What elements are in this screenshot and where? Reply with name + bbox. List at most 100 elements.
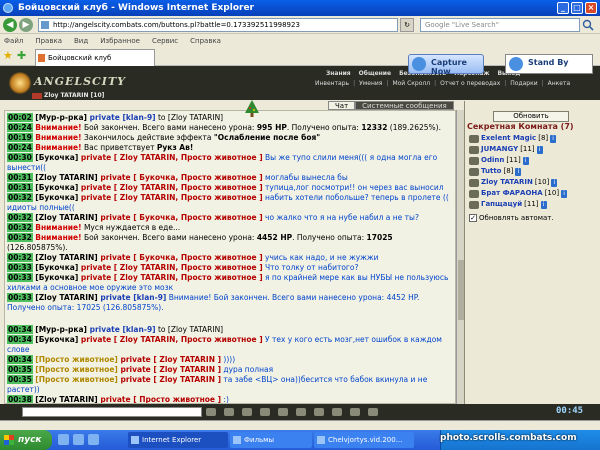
message-timestamp[interactable]: 00:38 xyxy=(7,395,33,403)
refresh-chat-icon[interactable] xyxy=(368,408,378,416)
menu-favorites[interactable]: Избранное xyxy=(100,35,140,47)
message-timestamp[interactable]: 00:32 xyxy=(7,223,33,232)
message-author[interactable]: [Букочка] xyxy=(35,335,78,344)
auto-update-checkbox[interactable]: ✓ xyxy=(469,214,477,222)
menu-view[interactable]: Вид xyxy=(74,35,88,47)
message-author[interactable]: [Zloy TATARIN] xyxy=(35,395,97,403)
add-favorite-icon[interactable]: ✚ xyxy=(17,50,27,61)
tab-combats[interactable]: Бойцовский клуб xyxy=(35,49,155,66)
menu-help[interactable]: Справка xyxy=(190,35,221,47)
member-name[interactable]: Tutto xyxy=(481,166,502,177)
quick-desktop-icon[interactable] xyxy=(73,434,84,445)
sound-icon[interactable] xyxy=(314,408,324,416)
room-member[interactable]: Гапщацуй [11] i xyxy=(469,199,599,210)
tab-system-messages[interactable]: Системные сообщения xyxy=(355,101,454,110)
room-member[interactable]: Exelent Magic [8] i xyxy=(469,133,599,144)
message-author[interactable]: 12332 xyxy=(361,123,387,132)
message-text[interactable]: private [ Zloy TATARIN, Просто животное … xyxy=(78,153,263,162)
room-member[interactable]: Tutto [8] i xyxy=(469,166,599,177)
message-text[interactable]: private [ Zloy TATARIN ] xyxy=(118,365,221,374)
message-timestamp[interactable]: 00:19 xyxy=(7,133,33,142)
message-text[interactable]: private [klan-9] xyxy=(87,325,156,334)
message-author[interactable]: [Мур-р-рка] xyxy=(35,325,87,334)
start-button[interactable]: пуск xyxy=(0,430,52,450)
message-timestamp[interactable]: 00:32 xyxy=(7,193,33,202)
quick-media-icon[interactable] xyxy=(88,434,99,445)
message-author[interactable]: [Zloy TATARIN] xyxy=(35,293,97,302)
url-input[interactable]: http://angelscity.combats.com/buttons.pl… xyxy=(38,18,398,32)
forward-button[interactable]: ▶ xyxy=(19,18,33,32)
message-text[interactable]: private [ Zloy TATARIN ] xyxy=(118,375,221,384)
member-name[interactable]: Zloy TATARIN xyxy=(481,177,533,188)
task-internet-explorer[interactable]: Internet Explorer xyxy=(128,432,228,448)
room-member[interactable]: Odinn [11] i xyxy=(469,155,599,166)
message-text[interactable]: private [ Zloy TATARIN, Просто животное … xyxy=(78,183,263,192)
message-timestamp[interactable]: 00:34 xyxy=(7,325,33,334)
menu-file[interactable]: Файл xyxy=(4,35,23,47)
member-name[interactable]: Exelent Magic xyxy=(481,133,536,144)
message-timestamp[interactable]: 00:33 xyxy=(7,273,33,282)
minimize-button[interactable]: _ xyxy=(557,2,569,14)
message-text[interactable]: private [ Zloy TATARIN, Просто животное … xyxy=(78,335,263,344)
info-icon[interactable]: i xyxy=(551,178,558,187)
nav-knowledge[interactable]: Знания xyxy=(326,70,351,79)
message-author[interactable]: [Букочка] xyxy=(35,193,78,202)
tab-chat[interactable]: Чат xyxy=(328,101,356,110)
info-icon[interactable]: i xyxy=(550,134,557,143)
subnav-skills[interactable]: Умения xyxy=(359,80,382,89)
message-timestamp[interactable]: 00:32 xyxy=(7,213,33,222)
message-text[interactable]: private [ Zloy TATARIN, Просто животное … xyxy=(78,273,263,282)
current-user[interactable]: Zloy TATARIN [10] xyxy=(44,92,104,99)
room-member[interactable]: JUMANGY [11] i xyxy=(469,144,599,155)
send-icon[interactable] xyxy=(206,408,216,416)
message-text[interactable]: private [ Zloy TATARIN, Просто животное … xyxy=(78,193,263,202)
subnav-gifts[interactable]: Подарки xyxy=(510,80,537,89)
private-icon[interactable] xyxy=(350,408,360,416)
filter-icon[interactable] xyxy=(278,408,288,416)
message-timestamp[interactable]: 00:32 xyxy=(7,233,33,242)
message-timestamp[interactable]: 00:35 xyxy=(7,375,33,384)
message-author[interactable]: [Zloy TATARIN] xyxy=(35,173,97,182)
info-icon[interactable]: i xyxy=(540,200,547,209)
close-button[interactable]: × xyxy=(585,2,597,14)
info-icon[interactable]: i xyxy=(536,145,543,154)
message-author[interactable]: 4452 HP xyxy=(257,233,292,242)
message-text[interactable]: private [klan-9] xyxy=(87,113,156,122)
message-timestamp[interactable]: 00:31 xyxy=(7,173,33,182)
quick-ie-icon[interactable] xyxy=(58,434,69,445)
chat-scrollbar[interactable] xyxy=(456,110,464,404)
subnav-scroll[interactable]: Мой Скролл xyxy=(392,80,430,89)
message-author[interactable]: [Zloy TATARIN] xyxy=(35,253,97,262)
message-author[interactable]: Рукз Ав! xyxy=(157,143,193,152)
message-author[interactable]: [Просто животное] xyxy=(35,375,118,384)
member-name[interactable]: Гапщацуй xyxy=(481,199,522,210)
message-timestamp[interactable]: 00:35 xyxy=(7,365,33,374)
log-icon[interactable] xyxy=(332,408,342,416)
message-author[interactable]: [Просто животное] xyxy=(35,355,118,364)
message-author[interactable]: [Букочка] xyxy=(35,153,78,162)
menu-edit[interactable]: Правка xyxy=(35,35,62,47)
message-text[interactable]: private [klan-9] xyxy=(98,293,166,302)
capture-banner[interactable]: Capture Now xyxy=(408,54,484,76)
task-video[interactable]: Chelvjortys.vid.200... xyxy=(314,432,414,448)
search-input[interactable]: Google "Live Search" xyxy=(420,18,580,32)
info-icon[interactable]: i xyxy=(515,167,522,176)
info-icon[interactable]: i xyxy=(561,189,568,198)
search-icon[interactable] xyxy=(582,19,594,31)
room-member[interactable]: Zloy TATARIN [10] i xyxy=(469,177,599,188)
clear-icon[interactable] xyxy=(224,408,234,416)
settings-icon[interactable] xyxy=(296,408,306,416)
message-author[interactable]: [Мур-р-рка] xyxy=(35,113,87,122)
message-text[interactable]: private [ Zloy TATARIN, Просто животное … xyxy=(78,263,263,272)
member-name[interactable]: Odinn xyxy=(481,155,504,166)
message-timestamp[interactable]: 00:24 xyxy=(7,143,33,152)
member-name[interactable]: Брат ФАРАОНА xyxy=(481,188,543,199)
info-icon[interactable]: i xyxy=(522,156,529,165)
message-author[interactable]: 995 HP xyxy=(257,123,287,132)
message-timestamp[interactable]: 00:34 xyxy=(7,355,33,364)
maximize-button[interactable]: □ xyxy=(571,2,583,14)
chat-log[interactable]: 00:02 [Мур-р-рка] private [klan-9] to [Z… xyxy=(4,110,456,404)
member-name[interactable]: JUMANGY xyxy=(481,144,518,155)
subnav-transfers[interactable]: Отчет о переводах xyxy=(440,80,500,89)
site-logo[interactable]: ANGELSCITY xyxy=(4,70,125,94)
